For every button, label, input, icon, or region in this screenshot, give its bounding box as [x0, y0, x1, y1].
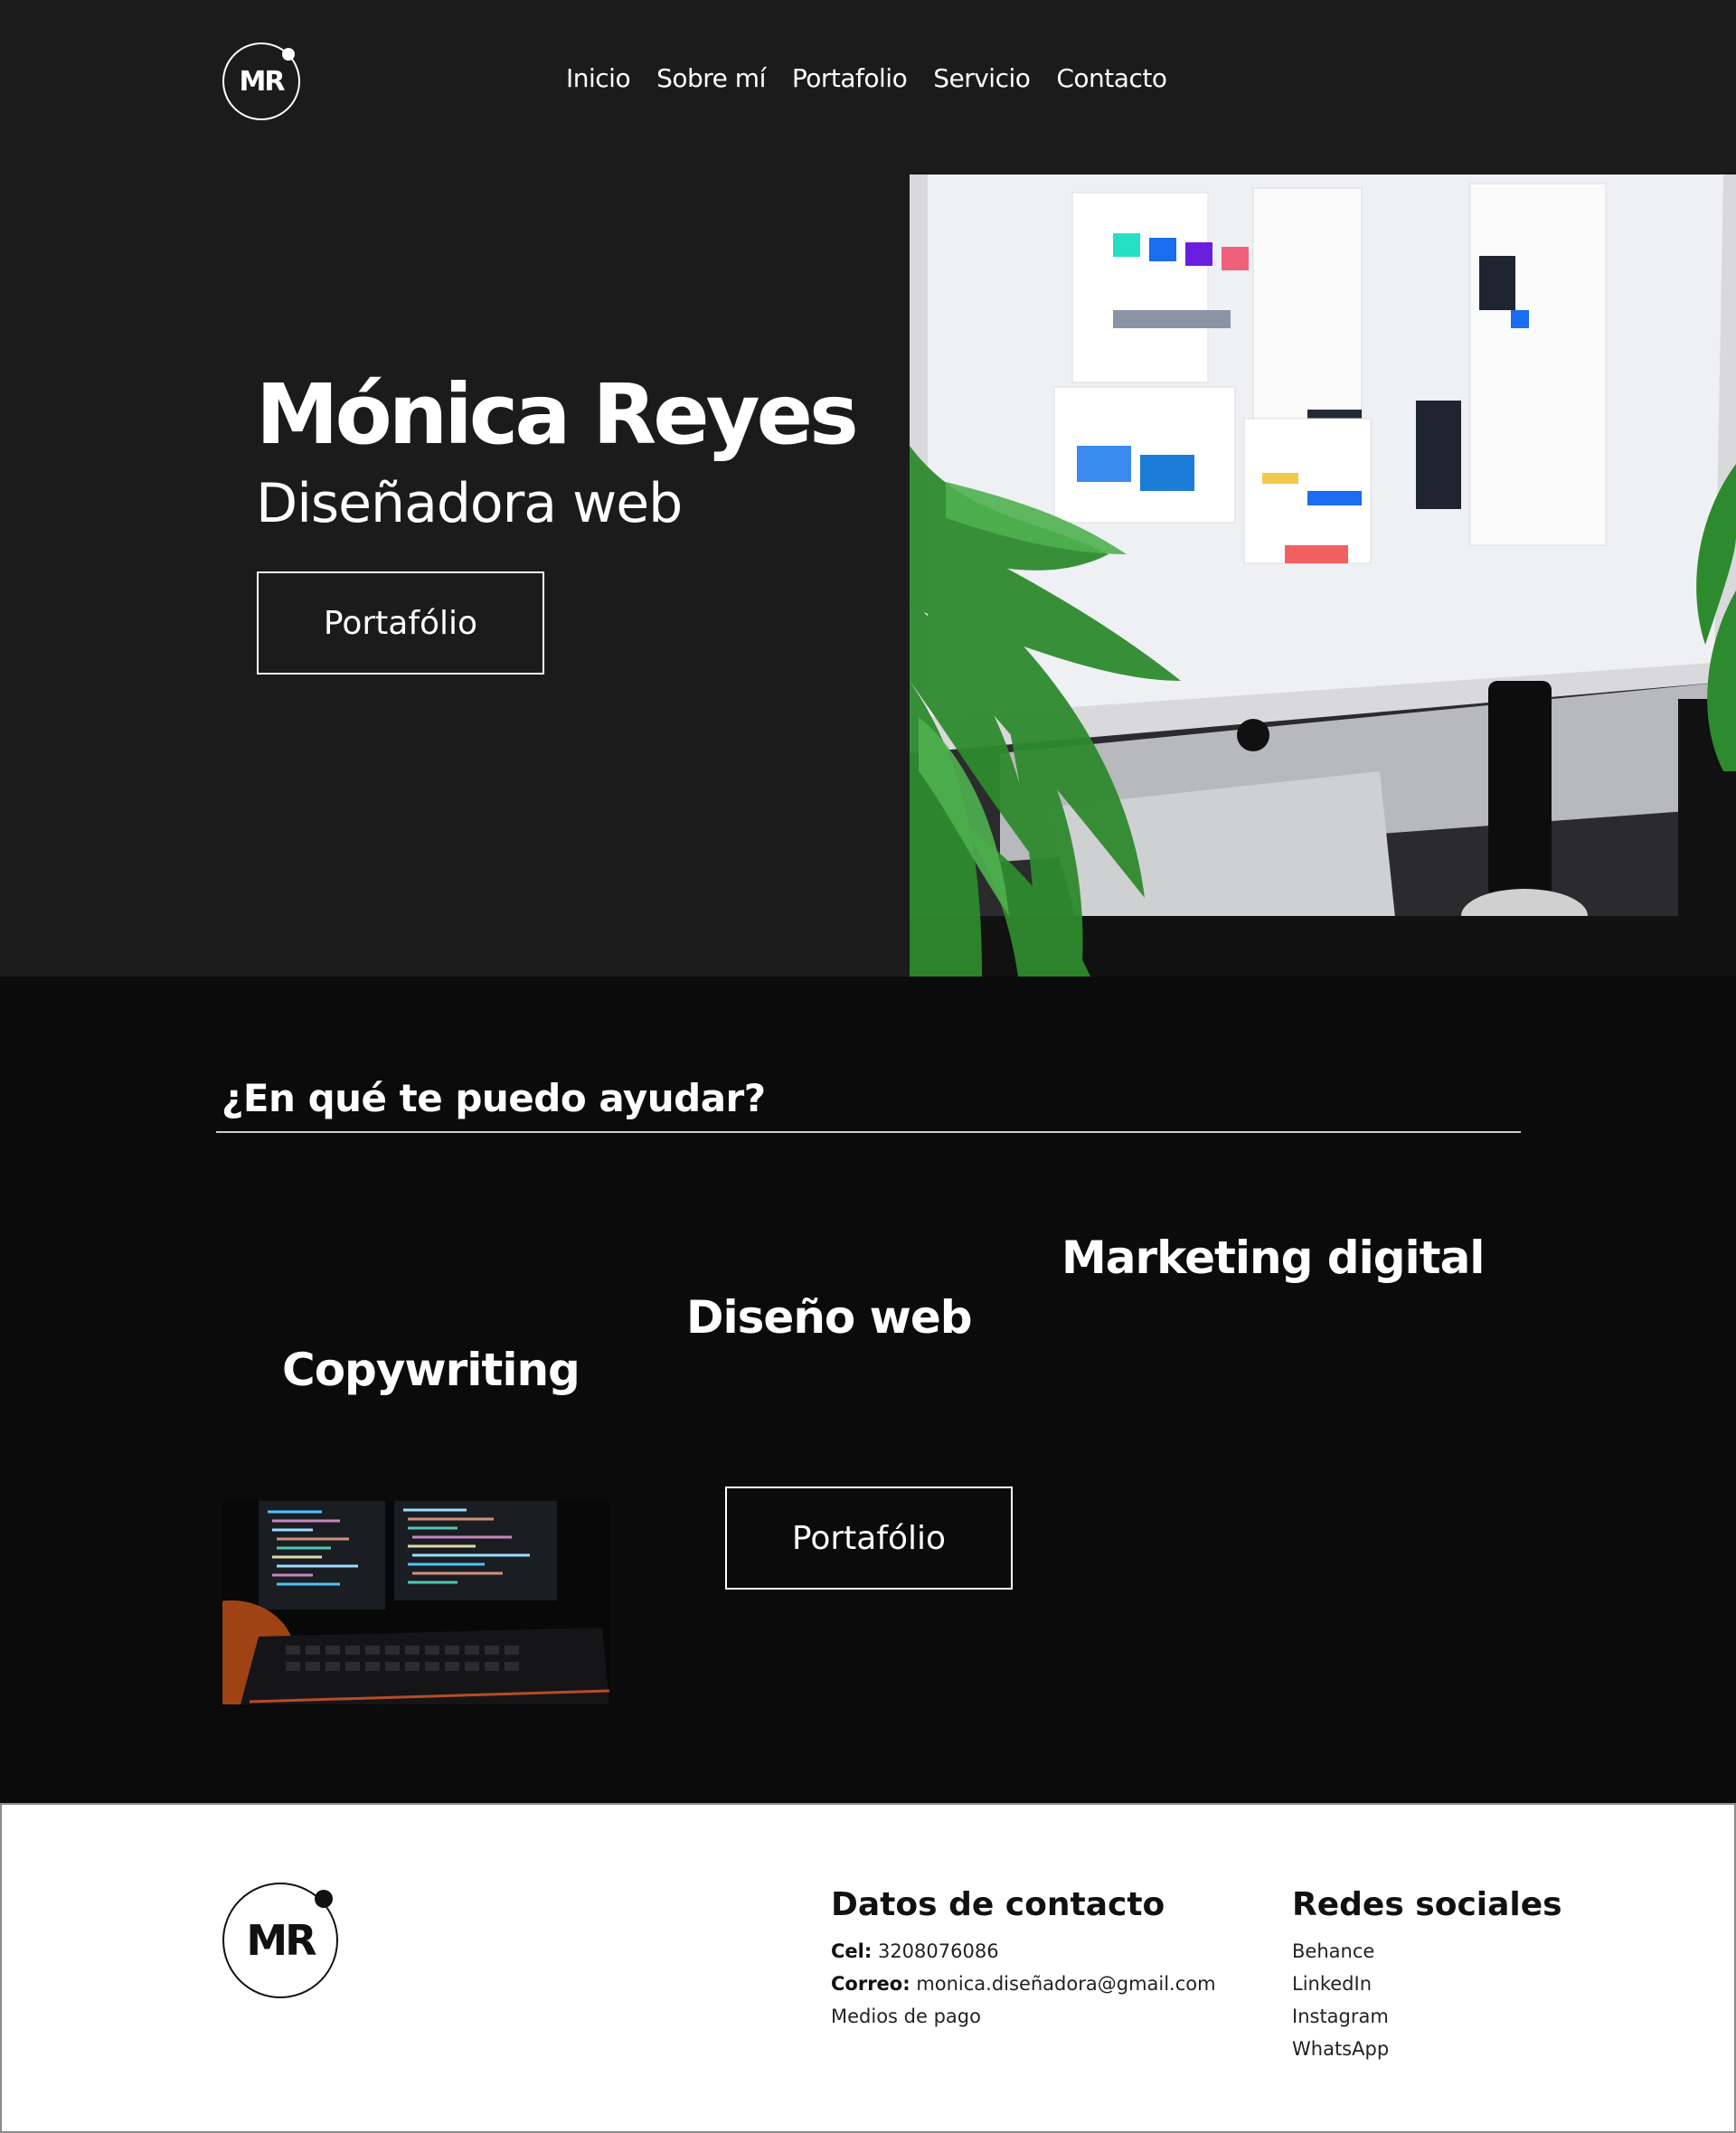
social-link-linkedin[interactable]: LinkedIn: [1292, 1973, 1372, 1995]
footer-logo[interactable]: MR: [222, 1883, 338, 1998]
service-diseno-web[interactable]: Diseño web: [686, 1291, 973, 1344]
service-copywriting[interactable]: Copywriting: [282, 1344, 580, 1396]
hero-image-illustration: [910, 175, 1736, 977]
services-divider: [216, 1131, 1521, 1133]
email-value[interactable]: monica.diseñadora@gmail.com: [916, 1973, 1215, 1995]
hero-role: Diseñadora web: [256, 472, 683, 535]
services-portfolio-button[interactable]: Portafólio: [725, 1486, 1013, 1590]
social-link-whatsapp[interactable]: WhatsApp: [1292, 2038, 1389, 2060]
email-label: Correo:: [831, 1973, 910, 1995]
phone-value[interactable]: 3208076086: [878, 1940, 999, 1962]
hero-section: MR Inicio Sobre mí Portafolio Servicio C…: [0, 0, 1736, 977]
nav-item-sobre-mi[interactable]: Sobre mí: [656, 63, 766, 93]
social-link-behance[interactable]: Behance: [1292, 1940, 1374, 1962]
hero-name: Mónica Reyes: [256, 366, 859, 463]
logo-text: MR: [239, 65, 286, 98]
main-nav: Inicio Sobre mí Portafolio Servicio Cont…: [566, 63, 1167, 93]
services-image: [222, 1501, 609, 1704]
hero-image: [910, 175, 1736, 977]
contact-phone: Cel: 3208076086: [831, 1940, 999, 1962]
logo-dot-icon: [282, 48, 295, 61]
contact-email: Correo: monica.diseñadora@gmail.com: [831, 1973, 1216, 1995]
hero-portfolio-button[interactable]: Portafólio: [257, 571, 544, 675]
phone-label: Cel:: [831, 1940, 873, 1962]
service-marketing-digital[interactable]: Marketing digital: [1061, 1232, 1485, 1284]
contact-title: Datos de contacto: [831, 1886, 1165, 1923]
header-logo[interactable]: MR: [222, 42, 300, 120]
services-image-illustration: [222, 1501, 609, 1704]
footer-logo-text: MR: [246, 1916, 316, 1965]
nav-item-inicio[interactable]: Inicio: [566, 63, 631, 93]
payment-methods-link[interactable]: Medios de pago: [831, 2006, 981, 2027]
social-title: Redes sociales: [1292, 1886, 1562, 1923]
services-section: ¿En qué te puedo ayudar? Marketing digit…: [0, 977, 1736, 1804]
social-link-instagram[interactable]: Instagram: [1292, 2006, 1389, 2027]
nav-item-portafolio[interactable]: Portafolio: [792, 63, 908, 93]
footer-logo-dot-icon: [315, 1890, 333, 1908]
nav-item-contacto[interactable]: Contacto: [1056, 63, 1167, 93]
nav-item-servicio[interactable]: Servicio: [933, 63, 1031, 93]
services-heading: ¿En qué te puedo ayudar?: [222, 1076, 766, 1120]
footer: MR Datos de contacto Cel: 3208076086 Cor…: [0, 1803, 1736, 2133]
